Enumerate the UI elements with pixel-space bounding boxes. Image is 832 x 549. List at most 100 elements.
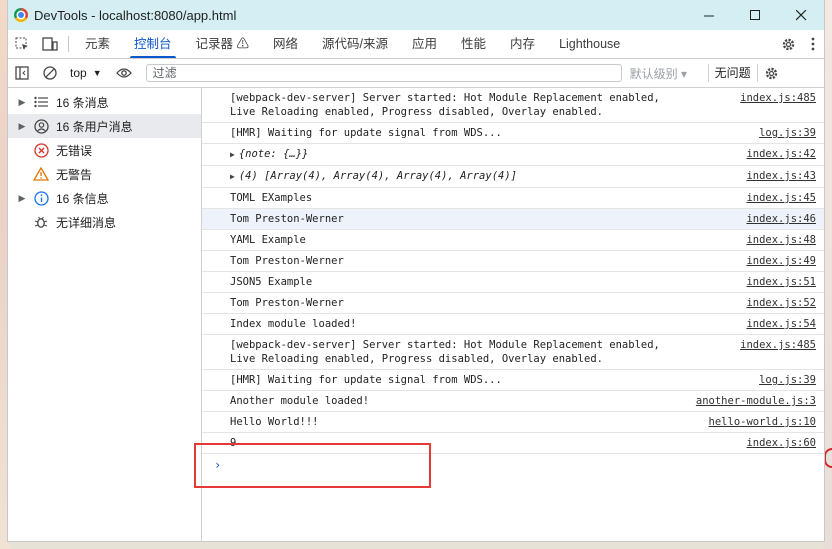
context-value: top	[70, 66, 87, 80]
console-message-row: [webpack-dev-server] Server started: Hot…	[202, 335, 824, 370]
tab-sources[interactable]: 源代码/来源	[310, 30, 400, 58]
source-link[interactable]: log.js:39	[751, 373, 816, 387]
device-toolbar-button[interactable]	[36, 30, 64, 58]
console-message-row: TOML EXamples index.js:45	[202, 188, 824, 209]
devtools-tab-bar: 元素 控制台 记录器 ⚠ 网络 源代码/来源 应用 性能 内存 Lighthou…	[8, 30, 824, 59]
sidebar-item-messages[interactable]: ▶ 16 条消息	[8, 90, 201, 114]
message-text: [HMR] Waiting for update signal from WDS…	[230, 374, 502, 386]
source-link[interactable]: another-module.js:3	[688, 394, 816, 408]
background-red-mark	[824, 448, 832, 468]
source-link[interactable]: index.js:46	[738, 212, 816, 226]
expand-triangle-icon[interactable]: ▶	[230, 150, 235, 159]
tab-recorder[interactable]: 记录器 ⚠	[184, 30, 261, 58]
live-expression-button[interactable]	[110, 59, 138, 87]
sidebar-item-warnings[interactable]: 无警告	[8, 162, 201, 186]
console-sidebar: ▶ 16 条消息 ▶ 16 条用户消息 无错误 无警告 ▶ 16 条信息 无详细…	[8, 88, 202, 541]
sidebar-item-verbose[interactable]: 无详细消息	[8, 210, 201, 234]
console-message-text: [HMR] Waiting for update signal from WDS…	[230, 126, 751, 140]
expand-triangle-icon[interactable]: ▶	[230, 172, 235, 181]
message-text: [webpack-dev-server] Server started: Hot…	[230, 92, 660, 118]
sidebar-toggle-icon	[15, 66, 29, 80]
sidebar-item-label: 16 条信息	[56, 191, 109, 206]
console-message-text: YAML Example	[230, 233, 738, 247]
sidebar-item-errors[interactable]: 无错误	[8, 138, 201, 162]
source-link[interactable]: index.js:48	[738, 233, 816, 247]
sidebar-item-info[interactable]: ▶ 16 条信息	[8, 186, 201, 210]
settings-button[interactable]	[774, 30, 802, 58]
console-message-row: Tom Preston-Werner index.js:49	[202, 251, 824, 272]
gear-icon	[765, 67, 778, 79]
source-link[interactable]: hello-world.js:10	[701, 415, 816, 429]
inspect-element-button[interactable]	[8, 30, 36, 58]
sidebar-item-label: 无警告	[56, 167, 93, 182]
source-link[interactable]: index.js:49	[738, 254, 816, 268]
console-message-text: Another module loaded!	[230, 394, 688, 408]
console-messages: [webpack-dev-server] Server started: Hot…	[202, 88, 824, 541]
expand-arrow-icon[interactable]: ▶	[14, 193, 30, 204]
tab-lighthouse[interactable]: Lighthouse	[547, 30, 632, 58]
console-message-text: [HMR] Waiting for update signal from WDS…	[230, 373, 751, 387]
source-link[interactable]: index.js:43	[738, 169, 816, 183]
message-text: 9	[230, 437, 237, 449]
console-message-row: Tom Preston-Werner index.js:46	[202, 209, 824, 230]
source-link[interactable]: index.js:42	[738, 147, 816, 161]
minimize-icon	[703, 15, 714, 16]
source-link[interactable]: log.js:39	[751, 126, 816, 140]
toolbar-divider	[68, 36, 69, 52]
tab-performance[interactable]: 性能	[449, 30, 498, 58]
source-link[interactable]: index.js:485	[732, 338, 816, 352]
source-link[interactable]: index.js:485	[732, 91, 816, 105]
message-text: Another module loaded!	[230, 395, 370, 407]
sidebar-item-label: 16 条用户消息	[56, 119, 133, 134]
console-message-row: ▶ (4) [Array(4), Array(4), Array(4), Arra…	[202, 166, 824, 188]
clear-icon	[43, 66, 57, 80]
filter-input[interactable]: 过滤	[145, 64, 622, 82]
console-message-text: Tom Preston-Werner	[230, 296, 738, 310]
minimize-button[interactable]	[686, 0, 732, 30]
tab-console[interactable]: 控制台	[122, 30, 184, 58]
message-text: YAML Example	[230, 234, 306, 246]
console-settings-button[interactable]	[758, 59, 786, 87]
kebab-menu-icon	[811, 37, 815, 51]
issues-button[interactable]: 无问题	[707, 64, 758, 82]
tab-elements[interactable]: 元素	[73, 30, 122, 58]
source-link[interactable]: index.js:60	[738, 436, 816, 450]
maximize-button[interactable]	[732, 0, 778, 30]
source-link[interactable]: index.js:54	[738, 317, 816, 331]
more-options-button[interactable]	[802, 30, 824, 58]
console-message-text: [webpack-dev-server] Server started: Hot…	[230, 91, 732, 119]
source-link[interactable]: index.js:45	[738, 191, 816, 205]
tab-application[interactable]: 应用	[400, 30, 449, 58]
close-button[interactable]	[778, 0, 824, 30]
toggle-sidebar-button[interactable]	[8, 59, 36, 87]
context-selector[interactable]: top ▼	[70, 66, 102, 80]
message-text: Index module loaded!	[230, 318, 357, 330]
console-prompt[interactable]: ›	[202, 454, 824, 472]
tab-network[interactable]: 网络	[261, 30, 310, 58]
console-message-row: 9 index.js:60	[202, 433, 824, 454]
expand-arrow-icon[interactable]: ▶	[14, 121, 30, 132]
message-text: Tom Preston-Werner	[230, 297, 344, 309]
source-link[interactable]: index.js:52	[738, 296, 816, 310]
console-message-row: [webpack-dev-server] Server started: Hot…	[202, 88, 824, 123]
console-message-row: [HMR] Waiting for update signal from WDS…	[202, 123, 824, 144]
console-object-preview[interactable]: ▶ {note: {…}}	[230, 147, 738, 162]
message-text: Tom Preston-Werner	[230, 255, 344, 267]
console-message-row: Index module loaded! index.js:54	[202, 314, 824, 335]
message-text: [HMR] Waiting for update signal from WDS…	[230, 127, 502, 139]
source-link[interactable]: index.js:51	[738, 275, 816, 289]
sidebar-item-label: 无错误	[56, 143, 93, 158]
tab-memory[interactable]: 内存	[498, 30, 547, 58]
sidebar-item-user-messages[interactable]: ▶ 16 条用户消息	[8, 114, 201, 138]
log-levels-dropdown[interactable]: 默认级别 ▾	[630, 65, 702, 82]
console-message-row: [HMR] Waiting for update signal from WDS…	[202, 370, 824, 391]
error-icon	[30, 142, 52, 158]
clear-console-button[interactable]	[36, 59, 64, 87]
console-message-text: [webpack-dev-server] Server started: Hot…	[230, 338, 732, 366]
user-icon	[30, 118, 52, 134]
console-message-row: Another module loaded! another-module.js:…	[202, 391, 824, 412]
console-object-preview[interactable]: ▶ (4) [Array(4), Array(4), Array(4), Arra…	[230, 169, 738, 184]
expand-arrow-icon[interactable]: ▶	[14, 97, 30, 108]
chrome-logo-icon	[14, 8, 28, 22]
message-text: Tom Preston-Werner	[230, 213, 344, 225]
